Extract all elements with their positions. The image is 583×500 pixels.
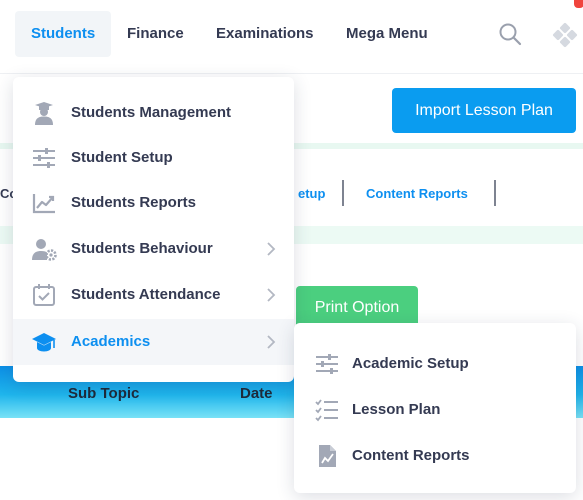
menu-label: Student Setup	[71, 149, 173, 166]
tab-separator	[342, 180, 344, 206]
menu-item-students-reports[interactable]: Students Reports	[13, 180, 294, 226]
submenu-label: Academic Setup	[352, 355, 469, 372]
tab-content-reports[interactable]: Content Reports	[366, 186, 468, 201]
submenu-item-content-reports[interactable]: Content Reports	[294, 433, 576, 479]
notification-badge	[574, 0, 583, 8]
nav-mega-menu[interactable]: Mega Menu	[346, 11, 428, 57]
menu-item-student-setup[interactable]: Student Setup	[13, 135, 294, 181]
chevron-right-icon	[267, 242, 276, 256]
menu-label: Students Behaviour	[71, 240, 213, 257]
menu-label: Academics	[71, 333, 151, 350]
checklist-icon	[315, 399, 338, 422]
menu-label: Students Reports	[71, 194, 197, 211]
submenu-item-lesson-plan[interactable]: Lesson Plan	[294, 387, 576, 433]
menu-item-students-management[interactable]: Students Management	[13, 90, 294, 136]
user-gear-icon	[32, 239, 57, 261]
graduation-cap-icon	[32, 333, 56, 352]
import-lesson-plan-button[interactable]: Import Lesson Plan	[392, 88, 576, 133]
nav-examinations[interactable]: Examinations	[216, 11, 314, 57]
search-icon[interactable]	[498, 22, 522, 46]
students-dropdown-menu: Students Management Student Setup Studen…	[13, 77, 294, 382]
sliders-icon	[316, 354, 338, 374]
menu-item-students-attendance[interactable]: Students Attendance	[13, 272, 294, 318]
calendar-check-icon	[33, 284, 55, 306]
nav-students[interactable]: Students	[15, 11, 112, 57]
submenu-item-academic-setup[interactable]: Academic Setup	[294, 341, 576, 387]
page: Students Finance Examinations Mega Menu …	[0, 0, 583, 500]
nav-finance[interactable]: Finance	[127, 11, 184, 57]
chevron-right-icon	[267, 335, 276, 349]
menu-item-academics[interactable]: Academics	[13, 319, 294, 365]
graduate-user-icon	[35, 102, 53, 125]
tab-separator	[494, 180, 496, 206]
report-file-icon	[319, 445, 336, 467]
tab-setup[interactable]: etup	[298, 186, 325, 201]
menu-label: Students Attendance	[71, 286, 221, 303]
chart-line-icon	[32, 194, 55, 214]
academics-submenu: Academic Setup Lesson Plan Content Repor…	[294, 323, 576, 493]
menu-item-students-behaviour[interactable]: Students Behaviour	[13, 226, 294, 272]
menu-label: Students Management	[71, 104, 232, 121]
chevron-right-icon	[267, 288, 276, 302]
column-header-date: Date	[240, 385, 273, 402]
submenu-label: Content Reports	[352, 447, 470, 464]
top-navigation: Students Finance Examinations Mega Menu	[0, 0, 583, 74]
submenu-label: Lesson Plan	[352, 401, 441, 418]
apps-icon[interactable]	[552, 22, 578, 48]
column-header-sub-topic: Sub Topic	[68, 385, 140, 402]
sliders-icon	[33, 148, 55, 168]
